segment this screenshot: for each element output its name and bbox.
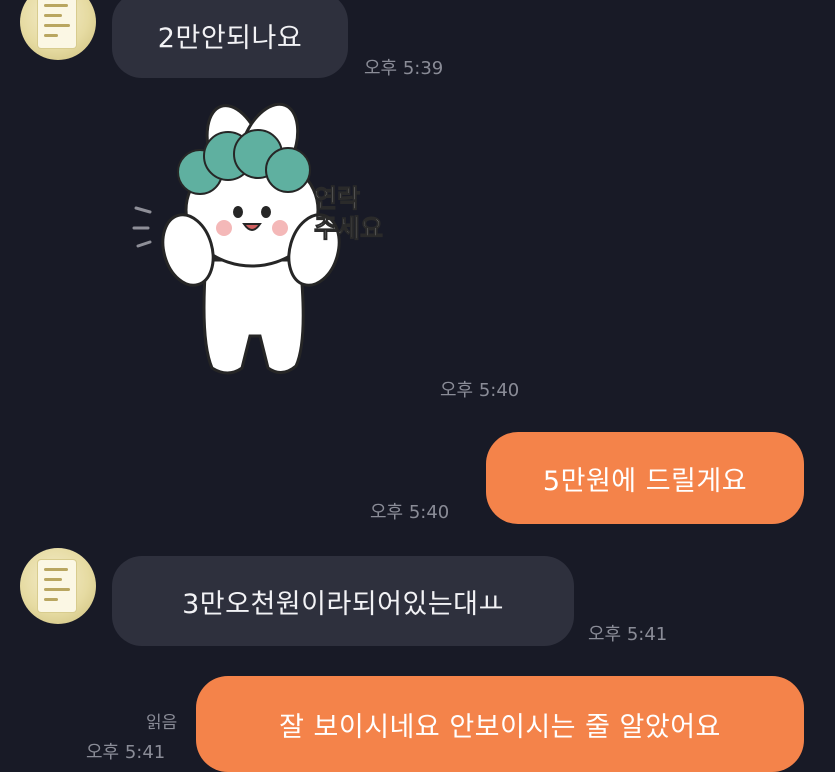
sender-avatar[interactable]	[20, 0, 96, 60]
message-timestamp: 오후 5:40	[440, 380, 520, 401]
outgoing-message-bubble[interactable]: 잘 보이시네요 안보이시는 줄 알았어요	[196, 676, 804, 772]
message-timestamp: 오후 5:40	[370, 502, 450, 523]
outgoing-message-bubble[interactable]: 5만원에 드릴게요	[486, 432, 804, 524]
incoming-message-bubble[interactable]: 3만오천원이라되어있는대ㅛ	[112, 556, 574, 646]
sticker-caption-line: 연락	[313, 184, 361, 214]
read-receipt: 읽음	[146, 713, 178, 733]
avatar-document-icon	[38, 560, 76, 612]
message-text: 3만오천원이라되어있는대ㅛ	[182, 588, 504, 620]
sticker-caption: 연락 주세요	[313, 184, 384, 244]
sticker-message[interactable]: 연락 주세요	[128, 100, 428, 390]
message-text: 5만원에 드릴게요	[542, 465, 748, 497]
rabbit-sticker-icon	[132, 102, 341, 375]
sticker-caption-line: 주세요	[313, 214, 384, 244]
sender-avatar[interactable]	[20, 548, 96, 624]
avatar-document-icon	[38, 0, 76, 48]
message-timestamp: 오후 5:41	[588, 624, 668, 645]
incoming-message-bubble[interactable]: 2만안되나요	[112, 0, 348, 78]
message-timestamp: 오후 5:41	[86, 742, 166, 763]
message-timestamp: 오후 5:39	[364, 58, 444, 79]
message-text: 2만안되나요	[157, 22, 303, 54]
message-text: 잘 보이시네요 안보이시는 줄 알았어요	[279, 711, 721, 743]
